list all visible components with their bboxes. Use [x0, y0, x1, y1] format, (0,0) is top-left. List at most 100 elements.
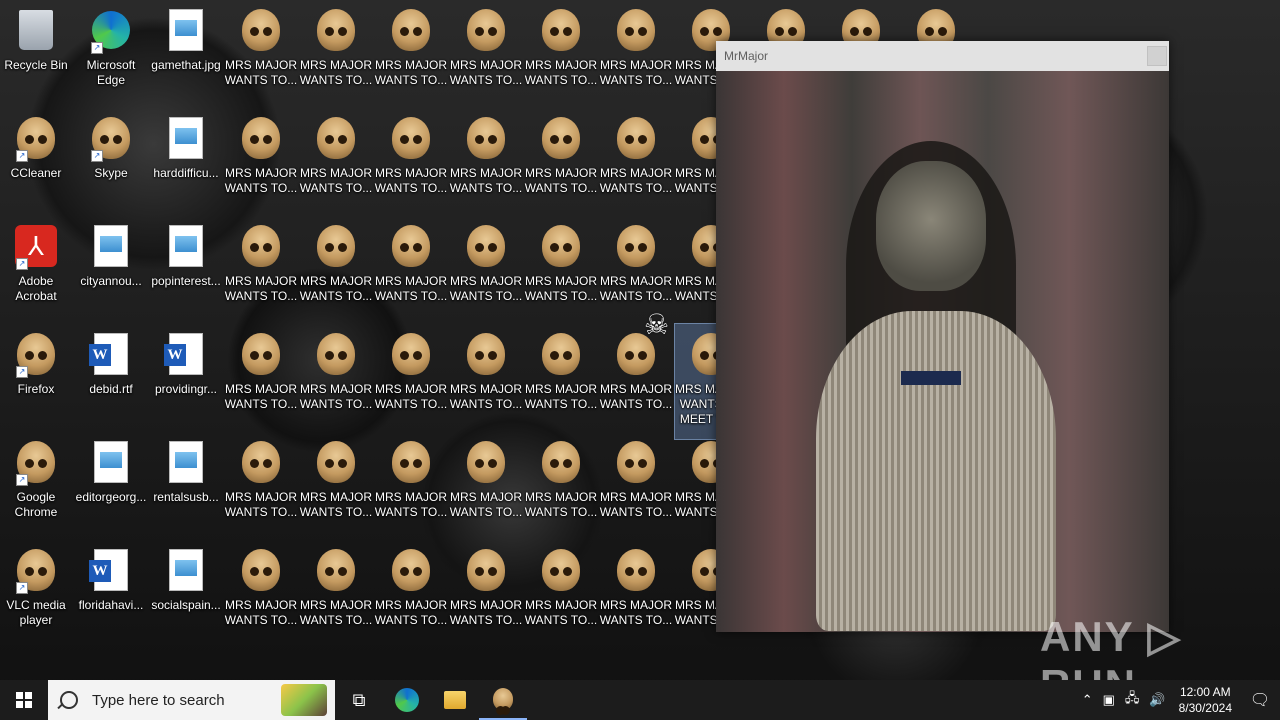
chevron-up-icon[interactable]: ⌃	[1077, 692, 1098, 708]
desktop-icon-1-1[interactable]: Recycle Bin	[0, 0, 72, 100]
desktop-icon-1-2[interactable]: ↗ Microsoft Edge	[75, 0, 147, 100]
skull-icon	[464, 440, 508, 484]
edge-icon	[395, 688, 419, 712]
mrs-major-icon[interactable]: MRS MAJOR WANTS TO...	[600, 432, 672, 532]
icon-label: MRS MAJOR WANTS TO...	[599, 490, 673, 519]
mrs-major-icon[interactable]: MRS MAJOR WANTS TO...	[375, 216, 447, 316]
skull-icon	[239, 548, 283, 592]
mrs-major-icon[interactable]: MRS MAJOR WANTS TO...	[225, 540, 297, 640]
mrs-major-icon[interactable]: MRS MAJOR WANTS TO...	[450, 540, 522, 640]
icon-label: socialspain...	[151, 598, 221, 612]
mrs-major-icon[interactable]: MRS MAJOR WANTS TO...	[450, 0, 522, 100]
desktop-icon-5-2[interactable]: editorgeorg...	[75, 432, 147, 532]
icon-label: Adobe Acrobat	[15, 274, 57, 303]
desktop-icon-3-3[interactable]: popinterest...	[150, 216, 222, 316]
icon-label: MRS MAJOR WANTS TO...	[374, 58, 448, 87]
mrs-major-icon[interactable]: MRS MAJOR WANTS TO...	[525, 324, 597, 424]
mrmajor-window[interactable]: MrMajor	[716, 41, 1169, 632]
mrs-major-icon[interactable]: MRS MAJOR WANTS TO...	[300, 432, 372, 532]
desktop-icon-3-1[interactable]: ⅄ ↗ Adobe Acrobat	[0, 216, 72, 316]
search-box[interactable]: Type here to search	[48, 680, 335, 720]
desktop-icon-2-1[interactable]: ↗ CCleaner	[0, 108, 72, 208]
mrs-major-icon[interactable]: MRS MAJOR WANTS TO...	[375, 324, 447, 424]
desktop-icon-4-1[interactable]: ↗ Firefox	[0, 324, 72, 424]
mrs-major-icon[interactable]: MRS MAJOR WANTS TO...	[450, 324, 522, 424]
skull-icon	[493, 688, 513, 715]
task-view-button[interactable]: ⧉	[335, 680, 383, 720]
mrs-major-icon[interactable]: MRS MAJOR WANTS TO...	[300, 108, 372, 208]
mrs-major-icon[interactable]: MRS MAJOR WANTS TO...	[375, 0, 447, 100]
skull-icon	[464, 332, 508, 376]
desktop-icon-2-3[interactable]: harddifficu...	[150, 108, 222, 208]
device-icon[interactable]: ▣	[1098, 692, 1120, 708]
mrs-major-icon[interactable]: MRS MAJOR WANTS TO...	[225, 432, 297, 532]
mrs-major-icon[interactable]: MRS MAJOR WANTS TO...	[450, 108, 522, 208]
mrs-major-icon[interactable]: MRS MAJOR WANTS TO...	[525, 432, 597, 532]
mrs-major-icon[interactable]: MRS MAJOR WANTS TO...	[300, 0, 372, 100]
mrs-major-icon[interactable]: MRS MAJOR WANTS TO...	[300, 216, 372, 316]
clock[interactable]: 12:00 AM 8/30/2024	[1171, 684, 1240, 716]
skull-icon	[239, 8, 283, 52]
desktop-icon-2-2[interactable]: ↗ Skype	[75, 108, 147, 208]
skull-icon	[464, 224, 508, 268]
edge-taskbar-button[interactable]	[383, 680, 431, 720]
mrs-major-icon[interactable]: MRS MAJOR WANTS TO...	[225, 324, 297, 424]
skull-icon	[389, 116, 433, 160]
icon-label: MRS MAJOR WANTS TO...	[449, 274, 523, 303]
mrs-major-icon[interactable]: MRS MAJOR WANTS TO...	[225, 216, 297, 316]
icon-label: MRS MAJOR WANTS TO...	[299, 166, 373, 195]
icon-label: MRS MAJOR WANTS TO...	[224, 58, 298, 87]
file-explorer-button[interactable]	[431, 680, 479, 720]
mrs-major-icon[interactable]: MRS MAJOR WANTS TO...	[525, 108, 597, 208]
desktop-icon-4-3[interactable]: Wprovidingr...	[150, 324, 222, 424]
desktop-icon-6-2[interactable]: Wfloridahavi...	[75, 540, 147, 640]
mrs-major-icon[interactable]: MRS MAJOR WANTS TO...	[300, 324, 372, 424]
icon-label: Google Chrome	[14, 490, 58, 519]
desktop-icon-3-2[interactable]: cityannou...	[75, 216, 147, 316]
file-icon	[164, 440, 208, 484]
windows-logo-icon	[16, 692, 32, 708]
desktop-icon-1-3[interactable]: gamethat.jpg	[150, 0, 222, 100]
icon-label: MRS MAJOR WANTS TO...	[224, 274, 298, 303]
mrs-major-icon[interactable]: MRS MAJOR WANTS TO...	[375, 540, 447, 640]
search-icon	[60, 691, 78, 709]
close-button[interactable]	[1147, 46, 1167, 66]
mrs-major-icon[interactable]: MRS MAJOR WANTS TO...	[600, 108, 672, 208]
mrs-major-icon[interactable]: MRS MAJOR WANTS TO...	[525, 540, 597, 640]
mrs-major-icon[interactable]: MRS MAJOR WANTS TO...	[525, 216, 597, 316]
mrmajor-taskbar-button[interactable]	[479, 680, 527, 720]
window-titlebar[interactable]: MrMajor	[716, 41, 1169, 71]
mrs-major-icon[interactable]: MRS MAJOR WANTS TO...	[600, 540, 672, 640]
system-tray: ⌃ ▣ 🖧 🔊 12:00 AM 8/30/2024 🗨	[1077, 680, 1280, 720]
mrs-major-icon[interactable]: MRS MAJOR WANTS TO...	[375, 432, 447, 532]
doll-figure	[806, 141, 1066, 631]
mrs-major-icon[interactable]: MRS MAJOR WANTS TO...	[225, 108, 297, 208]
mrs-major-icon[interactable]: MRS MAJOR WANTS TO...	[300, 540, 372, 640]
skull-icon	[614, 116, 658, 160]
desktop-icon-6-3[interactable]: socialspain...	[150, 540, 222, 640]
word-icon: W	[89, 548, 133, 592]
mrs-major-icon[interactable]: MRS MAJOR WANTS TO...	[450, 216, 522, 316]
desktop-icon-5-1[interactable]: ↗ Google Chrome	[0, 432, 72, 532]
skull-icon	[614, 548, 658, 592]
skull-cursor-icon: ☠	[644, 309, 670, 340]
mrs-major-icon[interactable]: MRS MAJOR WANTS TO...	[225, 0, 297, 100]
desktop-icon-6-1[interactable]: ↗ VLC media player	[0, 540, 72, 640]
notification-icon[interactable]: 🗨	[1240, 680, 1280, 720]
file-icon	[164, 8, 208, 52]
icon-label: MRS MAJOR WANTS TO...	[449, 58, 523, 87]
desktop-icon-4-2[interactable]: Wdebid.rtf	[75, 324, 147, 424]
search-highlight-icon	[281, 684, 327, 716]
icon-label: MRS MAJOR WANTS TO...	[374, 382, 448, 411]
volume-icon[interactable]: 🔊	[1144, 692, 1170, 708]
start-button[interactable]	[0, 680, 48, 720]
mrs-major-icon[interactable]: MRS MAJOR WANTS TO...	[600, 0, 672, 100]
mrs-major-icon[interactable]: MRS MAJOR WANTS TO...	[375, 108, 447, 208]
file-icon	[164, 116, 208, 160]
mrs-major-icon[interactable]: MRS MAJOR WANTS TO...	[450, 432, 522, 532]
mrs-major-icon[interactable]: MRS MAJOR WANTS TO...	[525, 0, 597, 100]
acrobat-icon: ⅄ ↗	[14, 224, 58, 270]
desktop-icon-5-3[interactable]: rentalsusb...	[150, 432, 222, 532]
mrs-major-icon[interactable]: MRS MAJOR WANTS TO...	[600, 216, 672, 316]
network-icon[interactable]: 🖧	[1120, 689, 1145, 711]
